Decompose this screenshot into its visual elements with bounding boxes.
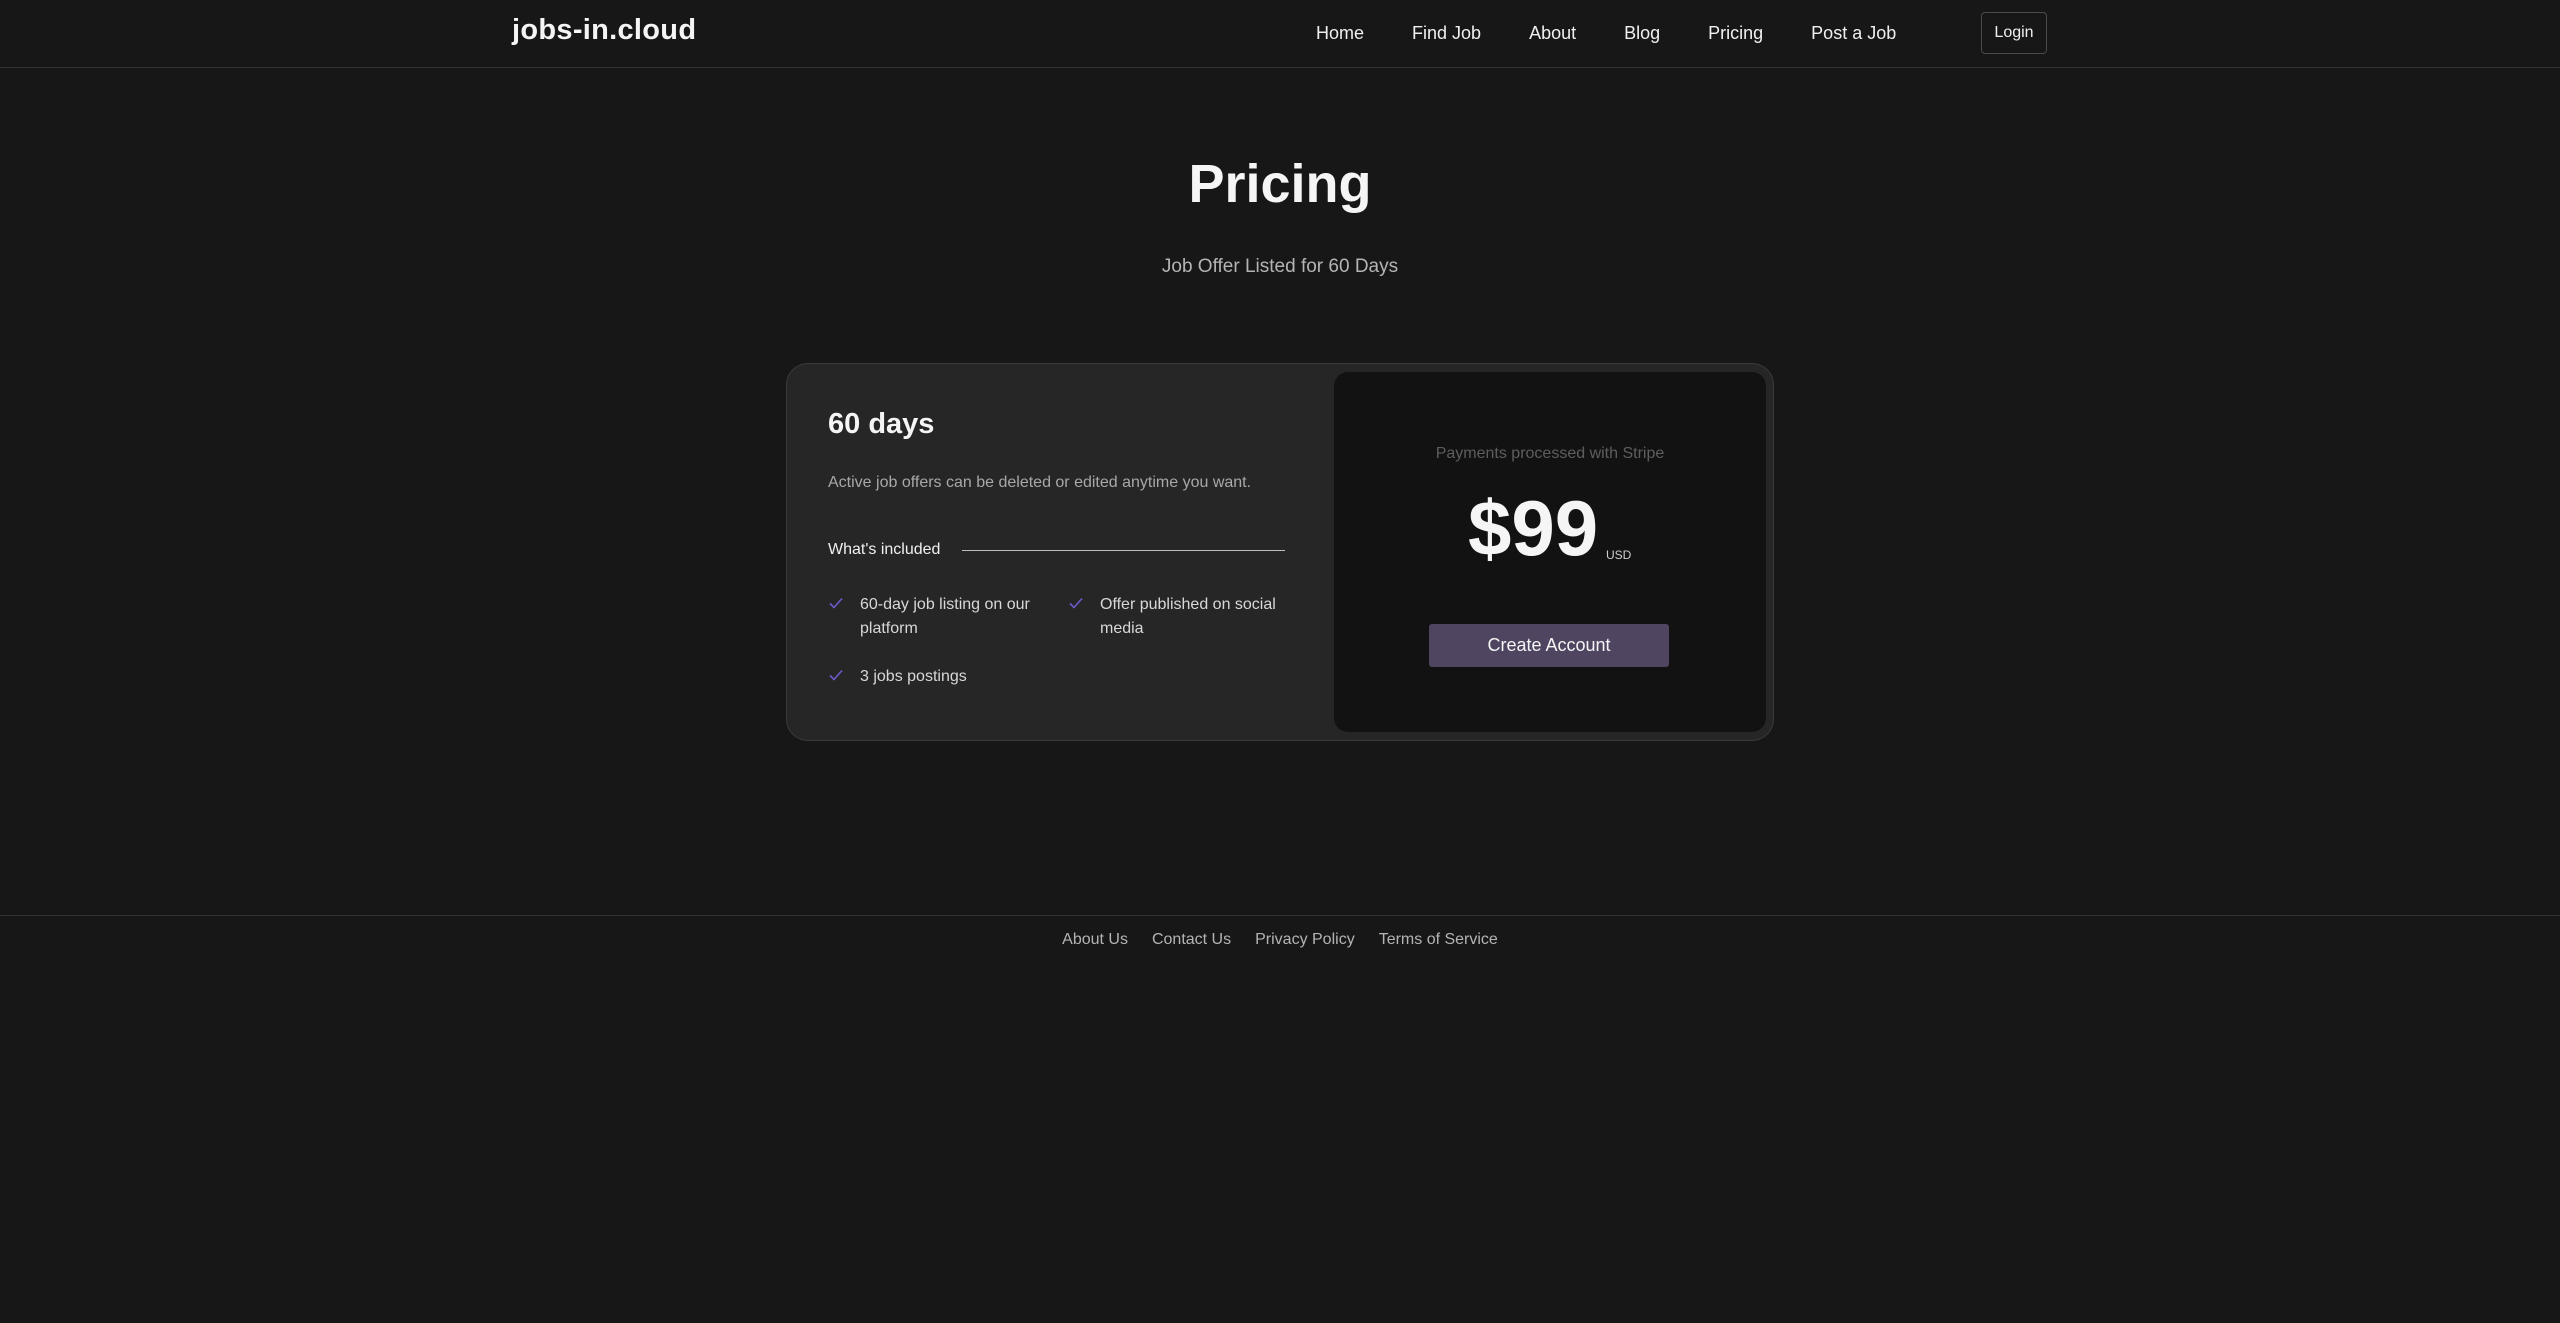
nav-home[interactable]: Home bbox=[1316, 23, 1364, 44]
price-amount: $99 bbox=[1468, 484, 1599, 572]
site-logo[interactable]: jobs-in.cloud bbox=[512, 14, 696, 47]
footer-links: About Us Contact Us Privacy Policy Terms… bbox=[0, 931, 2560, 949]
check-icon bbox=[1069, 597, 1083, 609]
price-panel: Payments processed with Stripe $99 USD C… bbox=[1334, 372, 1766, 732]
site-footer: About Us Contact Us Privacy Policy Terms… bbox=[0, 915, 2560, 948]
footer-privacy-policy[interactable]: Privacy Policy bbox=[1255, 931, 1355, 949]
whats-included-label: What's included bbox=[828, 541, 941, 558]
check-icon bbox=[829, 669, 843, 681]
feature-item: Offer published on social media bbox=[1068, 593, 1278, 641]
create-account-button[interactable]: Create Account bbox=[1429, 624, 1669, 667]
pricing-card: 60 days Active job offers can be deleted… bbox=[786, 363, 1774, 741]
site-header: jobs-in.cloud Home Find Job About Blog P… bbox=[0, 0, 2560, 68]
nav-pricing[interactable]: Pricing bbox=[1708, 23, 1763, 44]
feature-text: Offer published on social media bbox=[1100, 596, 1276, 637]
nav-blog[interactable]: Blog bbox=[1624, 23, 1660, 44]
feature-item: 60-day job listing on our platform bbox=[828, 593, 1038, 641]
check-icon bbox=[829, 597, 843, 609]
feature-item: 3 jobs postings bbox=[828, 665, 1038, 689]
nav-post-a-job[interactable]: Post a Job bbox=[1811, 23, 1896, 44]
footer-terms-of-service[interactable]: Terms of Service bbox=[1379, 931, 1498, 949]
page-subtitle: Job Offer Listed for 60 Days bbox=[1161, 256, 1399, 277]
page-title: Pricing bbox=[1188, 154, 1372, 214]
stripe-note: Payments processed with Stripe bbox=[1435, 445, 1665, 462]
divider bbox=[962, 550, 1285, 551]
plan-description: Active job offers can be deleted or edit… bbox=[828, 474, 1252, 491]
nav-about[interactable]: About bbox=[1529, 23, 1576, 44]
plan-name: 60 days bbox=[828, 408, 935, 440]
login-button[interactable]: Login bbox=[1981, 12, 2047, 54]
feature-text: 3 jobs postings bbox=[860, 668, 967, 685]
footer-contact-us[interactable]: Contact Us bbox=[1152, 931, 1231, 949]
footer-about-us[interactable]: About Us bbox=[1062, 931, 1128, 949]
main-nav: Home Find Job About Blog Pricing Post a … bbox=[1316, 0, 1944, 67]
nav-find-job[interactable]: Find Job bbox=[1412, 23, 1481, 44]
price-currency: USD bbox=[1606, 548, 1632, 562]
feature-text: 60-day job listing on our platform bbox=[860, 596, 1030, 637]
